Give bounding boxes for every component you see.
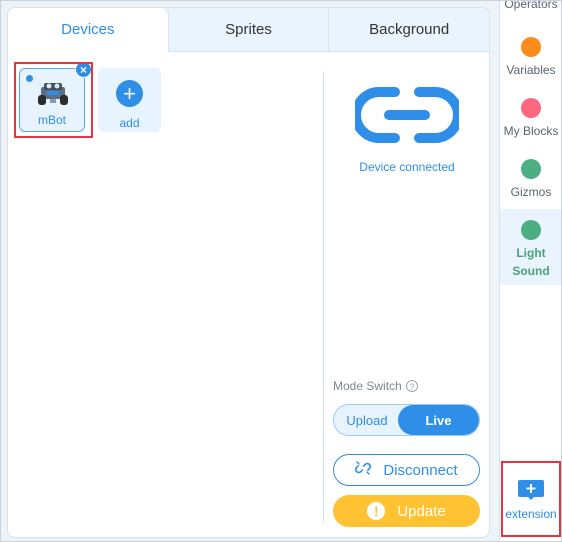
add-label: add: [119, 116, 140, 130]
devices-list: × mBot + add: [8, 52, 323, 537]
tab-sprites[interactable]: Sprites: [168, 8, 330, 51]
update-label: Update: [397, 502, 446, 520]
mode-switch-text: Mode Switch: [333, 379, 402, 393]
category-lightsound-label-2: Sound: [512, 264, 550, 278]
mode-live-option[interactable]: Live: [398, 405, 479, 435]
category-lightsound[interactable]: Light Sound: [500, 209, 561, 285]
mbot-robot-icon: [36, 81, 70, 109]
category-operators[interactable]: Operators: [500, 0, 561, 11]
gizmos-color-dot: [521, 159, 541, 179]
category-lightsound-label-1: Light: [516, 246, 546, 260]
disconnect-button[interactable]: Disconnect: [333, 454, 480, 486]
disconnect-label: Disconnect: [383, 461, 458, 479]
panel-tabs: Devices Sprites Background: [8, 8, 489, 52]
lightsound-color-dot: [521, 220, 541, 240]
link-icon: [351, 82, 463, 148]
category-gizmos[interactable]: Gizmos: [500, 159, 561, 199]
device-card-mbot[interactable]: × mBot: [19, 61, 92, 132]
plus-icon: +: [116, 80, 143, 107]
mode-switch-label: Mode Switch ?: [333, 379, 418, 393]
category-gizmos-label: Gizmos: [510, 185, 552, 199]
myblocks-color-dot: [521, 98, 541, 118]
category-operators-label: Operators: [504, 0, 558, 11]
extension-label: extension: [505, 507, 557, 521]
category-variables[interactable]: Variables: [500, 37, 561, 77]
alert-icon: !: [367, 502, 386, 520]
add-device-button[interactable]: + add: [98, 68, 161, 132]
category-myblocks[interactable]: My Blocks: [500, 98, 561, 138]
category-myblocks-label: My Blocks: [503, 124, 559, 138]
unlink-icon: [355, 460, 372, 480]
mode-upload-option[interactable]: Upload: [334, 405, 400, 435]
remove-device-button[interactable]: ×: [75, 61, 92, 78]
device-panel: Devices Sprites Background × mBot + add …: [7, 7, 490, 538]
tab-background[interactable]: Background: [329, 8, 489, 51]
app-root: Devices Sprites Background × mBot + add …: [0, 0, 562, 542]
connected-indicator: [26, 75, 33, 82]
block-categories: Operators Variables My Blocks Gizmos Lig…: [499, 0, 561, 541]
tab-devices[interactable]: Devices: [8, 8, 169, 52]
device-name: mBot: [37, 113, 66, 127]
category-variables-label: Variables: [506, 63, 556, 77]
help-icon[interactable]: ?: [405, 380, 418, 392]
update-button[interactable]: ! Update: [333, 495, 480, 527]
variables-color-dot: [521, 37, 541, 57]
extension-plus-icon: [517, 479, 545, 501]
connection-status-pane: Device connected Mode Switch ? Upload Li…: [324, 52, 489, 537]
connection-status-text: Device connected: [359, 160, 455, 174]
extension-button[interactable]: extension: [500, 479, 561, 537]
mode-switch-toggle: Upload Live: [333, 404, 480, 436]
